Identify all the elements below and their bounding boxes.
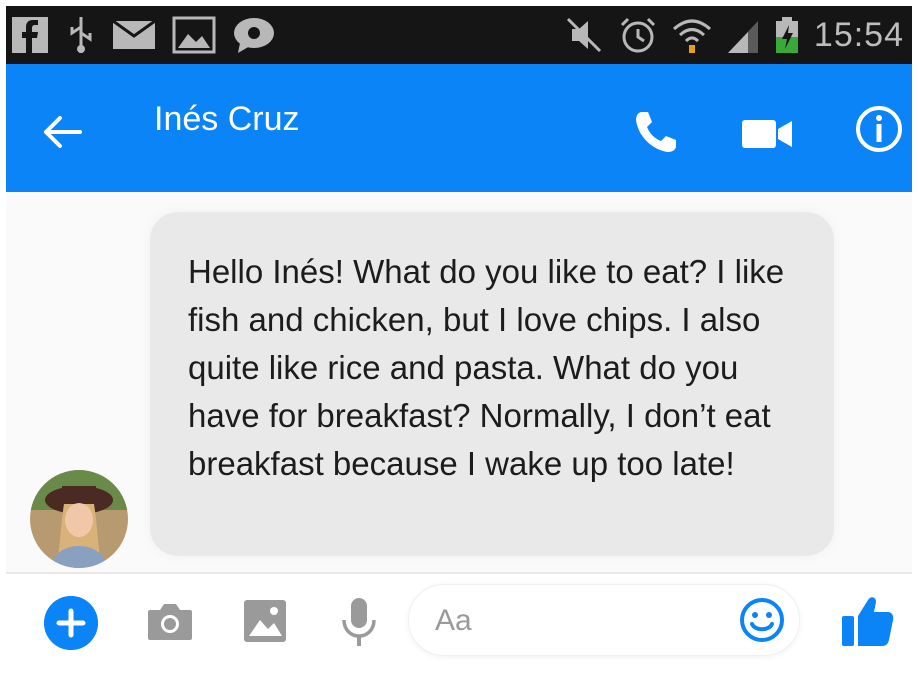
status-time: 15:54: [813, 15, 904, 54]
plus-icon[interactable]: [44, 596, 98, 650]
facebook-icon: [12, 17, 48, 53]
video-camera-icon[interactable]: [742, 118, 792, 150]
phone-screen: 15:54 Inés Cruz Hello Inés! What do you …: [6, 6, 912, 668]
battery-charging-icon: [775, 17, 798, 53]
mail-icon: [112, 19, 156, 49]
signal-icon: [727, 21, 758, 53]
thumbs-up-icon[interactable]: [840, 592, 896, 648]
chat-bubble-icon: [234, 18, 274, 53]
back-arrow-icon[interactable]: [40, 110, 84, 154]
info-icon[interactable]: [854, 104, 904, 154]
alarm-icon: [620, 17, 655, 53]
status-left-icons: [10, 14, 278, 56]
message-list[interactable]: Hello Inés! What do you like to eat? I l…: [6, 192, 912, 572]
status-right-icons: 15:54: [564, 14, 904, 56]
message-composer: [6, 574, 912, 668]
status-bar: 15:54: [6, 6, 912, 64]
message-input[interactable]: [433, 595, 727, 647]
microphone-icon[interactable]: [340, 596, 378, 650]
message-bubble[interactable]: Hello Inés! What do you like to eat? I l…: [150, 212, 834, 556]
camera-icon[interactable]: [146, 600, 194, 642]
message-field[interactable]: [408, 584, 800, 656]
mute-icon: [566, 17, 601, 53]
image-icon[interactable]: [242, 598, 288, 644]
emoji-icon[interactable]: [739, 597, 785, 643]
contact-name[interactable]: Inés Cruz: [154, 100, 300, 139]
message-text: Hello Inés! What do you like to eat? I l…: [188, 253, 785, 482]
phone-icon[interactable]: [632, 108, 680, 156]
usb-icon: [70, 17, 92, 53]
contact-avatar[interactable]: [30, 470, 128, 568]
gallery-icon: [172, 16, 216, 54]
wifi-icon: [672, 19, 711, 53]
conversation-header: Inés Cruz: [6, 64, 912, 192]
